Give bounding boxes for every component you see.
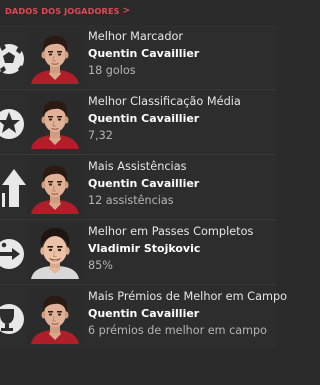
rating-star-icon	[0, 90, 30, 153]
chevron-right-icon: >	[122, 5, 131, 16]
stat-row-top-scorer[interactable]: Melhor Marcador Quentin Cavaillier 18 go…	[0, 25, 276, 88]
player-face-vladimir-stojkovic	[27, 223, 83, 279]
player-face-quentin-cavaillier	[27, 158, 83, 214]
stat-category: Melhor Marcador	[88, 30, 184, 43]
pass-icon	[0, 220, 30, 283]
player-stats-panel: DADOS DOS JOGADORES > Melhor Marcador Qu…	[0, 0, 288, 385]
stat-category: Mais Prémios de Melhor em Campo	[88, 290, 288, 303]
player-face-quentin-cavaillier	[27, 28, 83, 84]
stat-category: Melhor Classificação Média	[88, 95, 241, 108]
stat-category: Mais Assistências	[88, 160, 187, 173]
stat-category: Melhor em Passes Completos	[88, 225, 254, 238]
stat-value: 85%	[88, 259, 113, 272]
stat-value: 6 prémios de melhor em campo	[88, 324, 267, 337]
player-name: Quentin Cavaillier	[88, 112, 200, 125]
player-face-quentin-cavaillier	[27, 288, 83, 344]
section-header-title: DADOS DOS JOGADORES	[5, 6, 120, 16]
award-icon	[0, 285, 30, 348]
stat-value: 18 golos	[88, 64, 136, 77]
stat-row-most-assists[interactable]: Mais Assistências Quentin Cavaillier 12 …	[0, 155, 276, 218]
player-face-quentin-cavaillier	[27, 93, 83, 149]
player-name: Quentin Cavaillier	[88, 47, 200, 60]
stat-value: 7,32	[88, 129, 113, 142]
stat-value: 12 assistências	[88, 194, 174, 207]
section-header-link[interactable]: DADOS DOS JOGADORES >	[5, 3, 130, 19]
player-name: Vladimir Stojkovic	[88, 242, 201, 255]
stat-row-most-player-of-the-match[interactable]: Mais Prémios de Melhor em Campo Quentin …	[0, 285, 288, 348]
football-icon	[0, 25, 30, 88]
player-name: Quentin Cavaillier	[88, 177, 200, 190]
player-name: Quentin Cavaillier	[88, 307, 200, 320]
stat-row-best-average-rating[interactable]: Melhor Classificação Média Quentin Cavai…	[0, 90, 276, 153]
stat-row-best-pass-completion[interactable]: Melhor em Passes Completos Vladimir Stoj…	[0, 220, 276, 283]
assist-arrow-icon	[0, 155, 30, 218]
